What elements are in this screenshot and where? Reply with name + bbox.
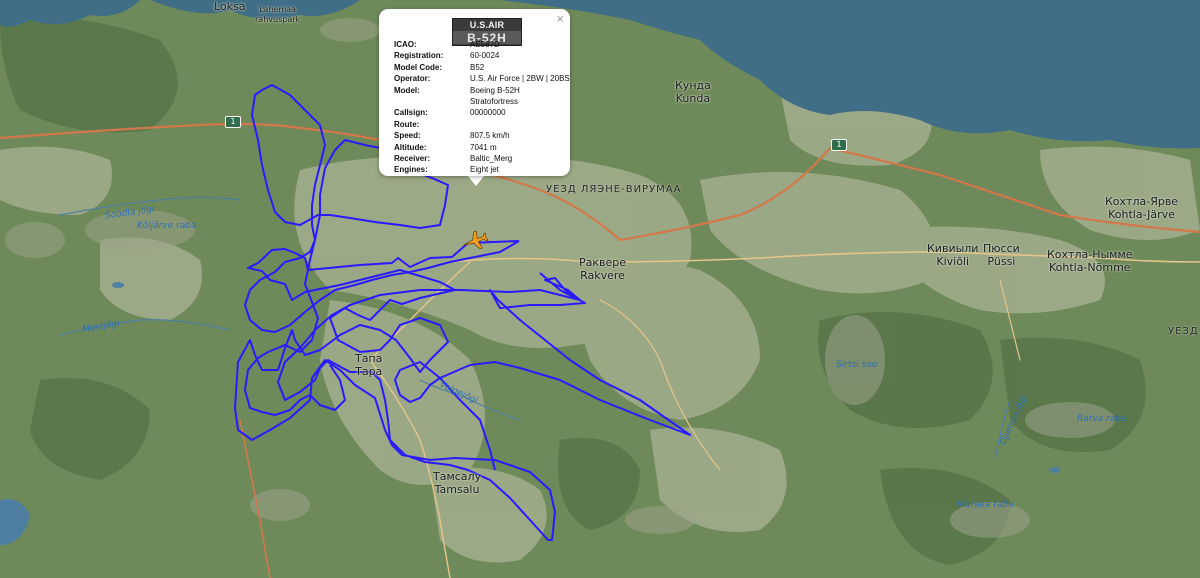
info-value: Eight jet [470, 165, 499, 175]
info-label: Speed: [394, 131, 421, 141]
info-value [470, 119, 570, 130]
aircraft-info-popup: × U.S.AIR FORCE B-52H ICAO:AE587D Regist… [379, 9, 570, 176]
place-rakvere: Раквере Rakvere [579, 256, 627, 282]
info-value: 00000000 [470, 108, 506, 118]
info-value: 60-0024 [470, 51, 500, 61]
info-row-altitude: Altitude: 7041 m [394, 142, 570, 153]
info-value: 807.5 km/h [470, 131, 510, 141]
info-value: U.S. Air Force | 2BW | 20BS [470, 74, 570, 84]
water-label-muraka: Muraka raba [957, 500, 1014, 510]
info-row-route: Route: [394, 119, 570, 130]
info-row-receiver: Receiver: Baltic_Merg [394, 153, 570, 164]
map-canvas[interactable] [0, 0, 1200, 578]
info-label: Model Code: [394, 62, 442, 72]
info-label: Callsign: [394, 108, 428, 118]
region-laane-virumaa: УЕЗД ЛЯЭНЕ-ВИРУМАА [546, 184, 682, 195]
info-label: Altitude: [394, 142, 427, 152]
place-tapa: Тапа Тара [355, 352, 383, 378]
place-loksa: Loksa [214, 0, 246, 13]
region-east-edge: УЕЗД [1168, 326, 1199, 337]
info-value: B52 [470, 62, 485, 72]
info-row-model-code: Model Code: B52 [394, 62, 570, 73]
info-label: Registration: [394, 51, 444, 61]
aircraft-info-table: ICAO: AE587D Registration: 60-0024 Model C… [394, 39, 570, 176]
info-row-model: Model: Boeing B-52H Stratofortress [394, 85, 570, 108]
info-label: Receiver: [394, 154, 431, 164]
close-icon[interactable]: × [556, 11, 564, 26]
place-kohtla-nomme: Кохтла-Нымме Kohtla-Nõmme [1047, 248, 1133, 274]
info-row-operator: Operator: U.S. Air Force | 2BW | 20BS [394, 73, 570, 84]
info-value: Baltic_Merg [470, 154, 513, 164]
info-label: ICAO: [394, 40, 417, 49]
place-lahemaa: Lahemaa rahvuspark [255, 5, 301, 24]
info-row-engines: Engines: Eight jet [394, 164, 570, 175]
info-label: Engines: [394, 165, 428, 175]
info-label: Operator: [394, 74, 431, 84]
place-tamsalu: Тамсалу Tamsalu [433, 470, 482, 496]
info-value: AE587D [470, 40, 500, 49]
info-row-callsign: Callsign: 00000000 [394, 107, 570, 118]
place-kiviyli: Кивиыли Kiviõli [927, 242, 979, 268]
place-pussi: Пюсси Püssi [983, 242, 1020, 268]
water-label-sirtsi: Sirtsi soo [836, 360, 878, 370]
info-row-registration: Registration: 60-0024 [394, 50, 570, 61]
water-label-kolijarve: Kõljärve raba [137, 221, 197, 231]
info-value: Boeing B-52H Stratofortress [470, 85, 520, 107]
popup-pointer [467, 175, 485, 186]
road-shield-1-east: 1 [831, 139, 847, 151]
place-kohtla-jarve: Кохтла-Ярве Kohtla-Järve [1105, 195, 1179, 221]
info-label: Model: [394, 85, 420, 95]
road-shield-1-west: 1 [225, 116, 241, 128]
info-value: 7041 m [470, 142, 497, 152]
info-label: Route: [394, 119, 420, 129]
info-row-speed: Speed: 807.5 km/h [394, 130, 570, 141]
water-label-ratva: Ratva raba [1077, 414, 1127, 424]
info-row-icao: ICAO: AE587D [394, 39, 570, 50]
place-kunda: Кунда Kunda [675, 79, 711, 105]
